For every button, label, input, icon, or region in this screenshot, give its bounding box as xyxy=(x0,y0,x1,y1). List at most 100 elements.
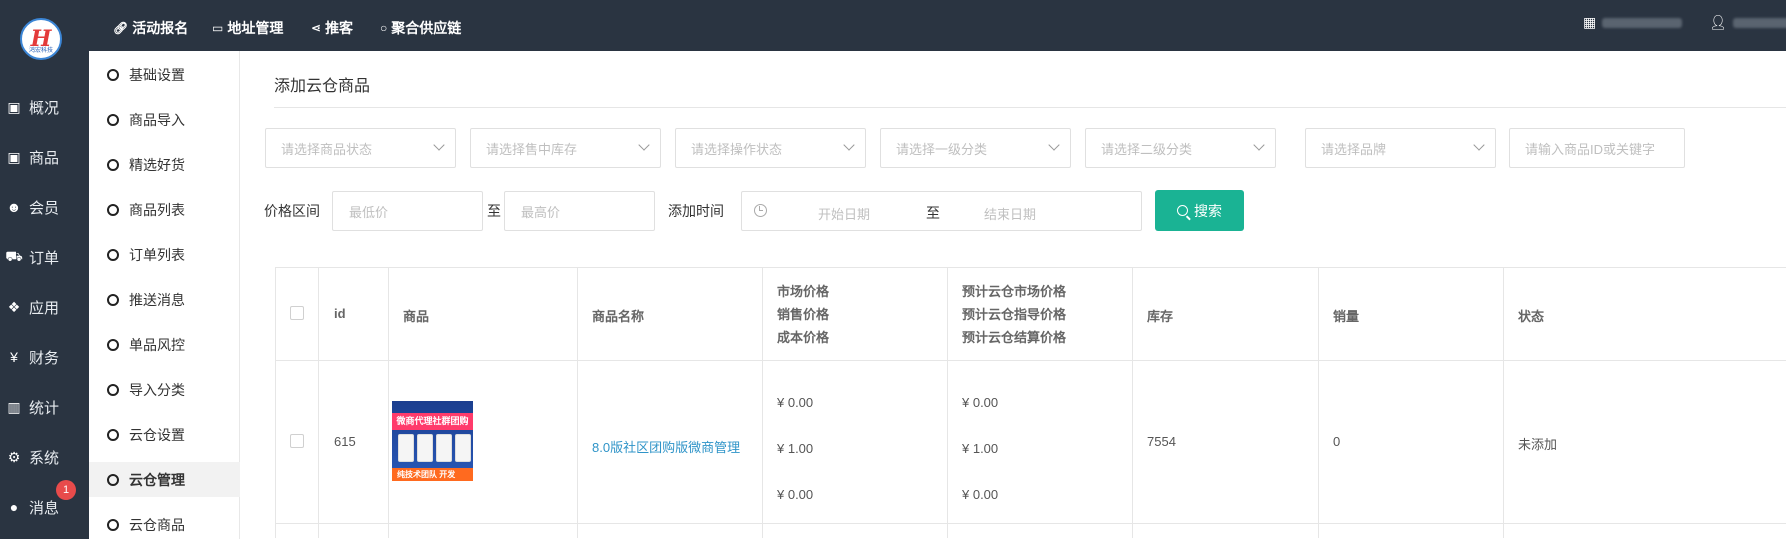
goods-status-select[interactable]: 请选择商品状态 xyxy=(265,128,456,168)
top-nav-promoter[interactable]: ⋖ 推客 xyxy=(311,18,353,38)
rail-item-goods[interactable]: ▣ 商品 xyxy=(0,142,89,172)
bar-chart-icon: ▥ xyxy=(7,398,21,415)
rail-item-stats[interactable]: ▥ 统计 xyxy=(0,392,89,422)
chevron-down-icon xyxy=(1473,139,1485,151)
column-divider xyxy=(1503,268,1504,538)
select-placeholder: 请选择二级分类 xyxy=(1101,141,1193,157)
top-nav-label: 推客 xyxy=(325,20,354,36)
rail-item-messages[interactable]: ● 消息 xyxy=(0,492,89,522)
select-placeholder: 请选择品牌 xyxy=(1321,141,1387,157)
select-placeholder: 请选择一级分类 xyxy=(896,141,988,157)
top-nav-label: 聚合供应链 xyxy=(391,20,462,36)
user-icon: 👤︎ xyxy=(1709,14,1727,30)
subnav-item-push-messages[interactable]: 推送消息 xyxy=(89,282,240,317)
search-button[interactable]: 搜索 xyxy=(1155,190,1244,231)
category-level1-select[interactable]: 请选择一级分类 xyxy=(880,128,1071,168)
circle-icon xyxy=(107,203,119,216)
keyword-input[interactable]: 请输入商品ID或关键字 xyxy=(1509,128,1685,168)
top-nav-supply-chain[interactable]: ○ 聚合供应链 xyxy=(380,18,461,38)
top-nav-address[interactable]: ▭ 地址管理 xyxy=(212,18,283,38)
input-placeholder: 请输入商品ID或关键字 xyxy=(1525,141,1656,157)
header-name: 商品名称 xyxy=(592,309,645,324)
rail-item-finance[interactable]: ¥ 财务 xyxy=(0,342,89,372)
thumbnail-footer: 纯技术团队 开发 xyxy=(392,468,473,481)
subnav-item-order-list[interactable]: 订单列表 xyxy=(89,237,240,272)
rail-item-system[interactable]: ⚙ 系统 xyxy=(0,442,89,472)
subnav-item-label: 云仓商品 xyxy=(129,516,185,533)
subnav-item-label: 商品列表 xyxy=(129,201,185,218)
subnav-item-cloud-management[interactable]: 云仓管理 xyxy=(89,462,240,497)
rail-item-members[interactable]: ☻ 会员 xyxy=(0,192,89,222)
rail-item-orders[interactable]: ⛟ 订单 xyxy=(0,242,89,272)
header-sales: 销量 xyxy=(1333,309,1360,324)
subnav-item-basic-settings[interactable]: 基础设置 xyxy=(89,57,240,92)
brand-logo[interactable]: H 鸿宏科技 xyxy=(20,18,62,60)
chevron-down-icon xyxy=(433,139,445,151)
subnav-item-label: 导入分类 xyxy=(129,381,185,398)
thumbnail-phone xyxy=(455,434,471,462)
subnav-item-label: 基础设置 xyxy=(129,66,185,83)
rail-item-label: 消息 xyxy=(29,499,60,517)
circle-icon xyxy=(107,338,119,351)
select-all-checkbox[interactable] xyxy=(290,306,304,320)
table-row: 615 微商代理社群团购 纯技术团队 开发 8.0版社区团购版微商管理 ¥ 0.… xyxy=(275,362,1786,524)
subnav-item-cloud-goods[interactable]: 云仓商品 xyxy=(89,507,240,539)
subnav-item-featured[interactable]: 精选好货 xyxy=(89,147,240,182)
cell-prices: ¥ 0.00 ¥ 1.00 ¥ 0.00 xyxy=(777,380,813,518)
header-cloud-price: 预计云仓市场价格 预计云仓指导价格 预计云仓结算价格 xyxy=(962,280,1066,349)
subnav-item-label: 订单列表 xyxy=(129,246,185,263)
top-nav-activity[interactable]: 🔗︎ 活动报名 xyxy=(113,18,188,38)
column-divider xyxy=(1318,268,1319,538)
rail-item-label: 财务 xyxy=(29,349,60,367)
title-divider xyxy=(274,107,1786,108)
add-time-label: 添加时间 xyxy=(668,203,724,219)
cart-icon: ⛟ xyxy=(5,247,23,264)
header-cloud-settle-price: 预计云仓结算价格 xyxy=(962,330,1067,345)
header-price: 市场价格 销售价格 成本价格 xyxy=(777,280,829,349)
row-checkbox[interactable] xyxy=(290,434,304,448)
thumbnail-phone xyxy=(417,434,433,462)
subnav-item-import-goods[interactable]: 商品导入 xyxy=(89,102,240,137)
cubes-icon: ❖ xyxy=(7,298,21,315)
subnav-item-risk-control[interactable]: 单品风控 xyxy=(89,327,240,362)
card-icon: ▭ xyxy=(212,21,224,35)
column-divider xyxy=(1132,268,1133,538)
rail-item-label: 商品 xyxy=(29,149,60,167)
select-placeholder: 请选择操作状态 xyxy=(691,141,783,157)
shop-switcher[interactable]: ▦ xyxy=(1583,14,1683,31)
subnav-item-label: 精选好货 xyxy=(129,156,185,173)
shop-name-redacted xyxy=(1602,17,1683,28)
user-menu[interactable]: 👤︎ xyxy=(1709,14,1786,31)
brand-text: 鸿宏科技 xyxy=(28,48,53,54)
price-min-input[interactable]: 最低价 xyxy=(332,191,483,231)
rail-item-overview[interactable]: ▣ 概况 xyxy=(0,92,89,122)
top-nav-label: 地址管理 xyxy=(227,20,284,36)
circle-icon xyxy=(107,158,119,171)
circle-icon: ○ xyxy=(380,21,388,35)
subnav-item-label: 单品风控 xyxy=(129,336,185,353)
goods-name-link[interactable]: 8.0版社区团购版微商管理 xyxy=(592,437,740,456)
subnav-item-cloud-settings[interactable]: 云仓设置 xyxy=(89,417,240,452)
cost-price: ¥ 0.00 xyxy=(777,487,814,502)
operation-status-select[interactable]: 请选择操作状态 xyxy=(675,128,866,168)
cell-stock: 7554 xyxy=(1147,434,1176,449)
subnav-item-goods-list[interactable]: 商品列表 xyxy=(89,192,240,227)
stock-select[interactable]: 请选择售中库存 xyxy=(470,128,661,168)
chevron-down-icon xyxy=(638,139,650,151)
subnav-item-import-category[interactable]: 导入分类 xyxy=(89,372,240,407)
top-nav-label: 活动报名 xyxy=(132,20,189,36)
cloud-guide-price: ¥ 1.00 xyxy=(962,441,999,456)
search-icon xyxy=(1177,205,1188,216)
brand-select[interactable]: 请选择品牌 xyxy=(1305,128,1496,168)
chevron-down-icon xyxy=(843,139,855,151)
rail-item-apps[interactable]: ❖ 应用 xyxy=(0,292,89,322)
price-max-input[interactable]: 最高价 xyxy=(504,191,655,231)
date-start-placeholder: 开始日期 xyxy=(818,207,871,222)
user-name-redacted xyxy=(1732,17,1786,28)
table-header-row: id 商品 商品名称 市场价格 销售价格 成本价格 预计云仓市场价格 预计云仓指… xyxy=(275,268,1786,361)
date-range-picker[interactable]: 开始日期 至 结束日期 xyxy=(741,191,1142,231)
subnav-item-label: 云仓管理 xyxy=(129,471,185,488)
goods-thumbnail[interactable]: 微商代理社群团购 纯技术团队 开发 xyxy=(392,401,473,481)
category-level2-select[interactable]: 请选择二级分类 xyxy=(1085,128,1276,168)
header-image: 商品 xyxy=(403,309,430,324)
